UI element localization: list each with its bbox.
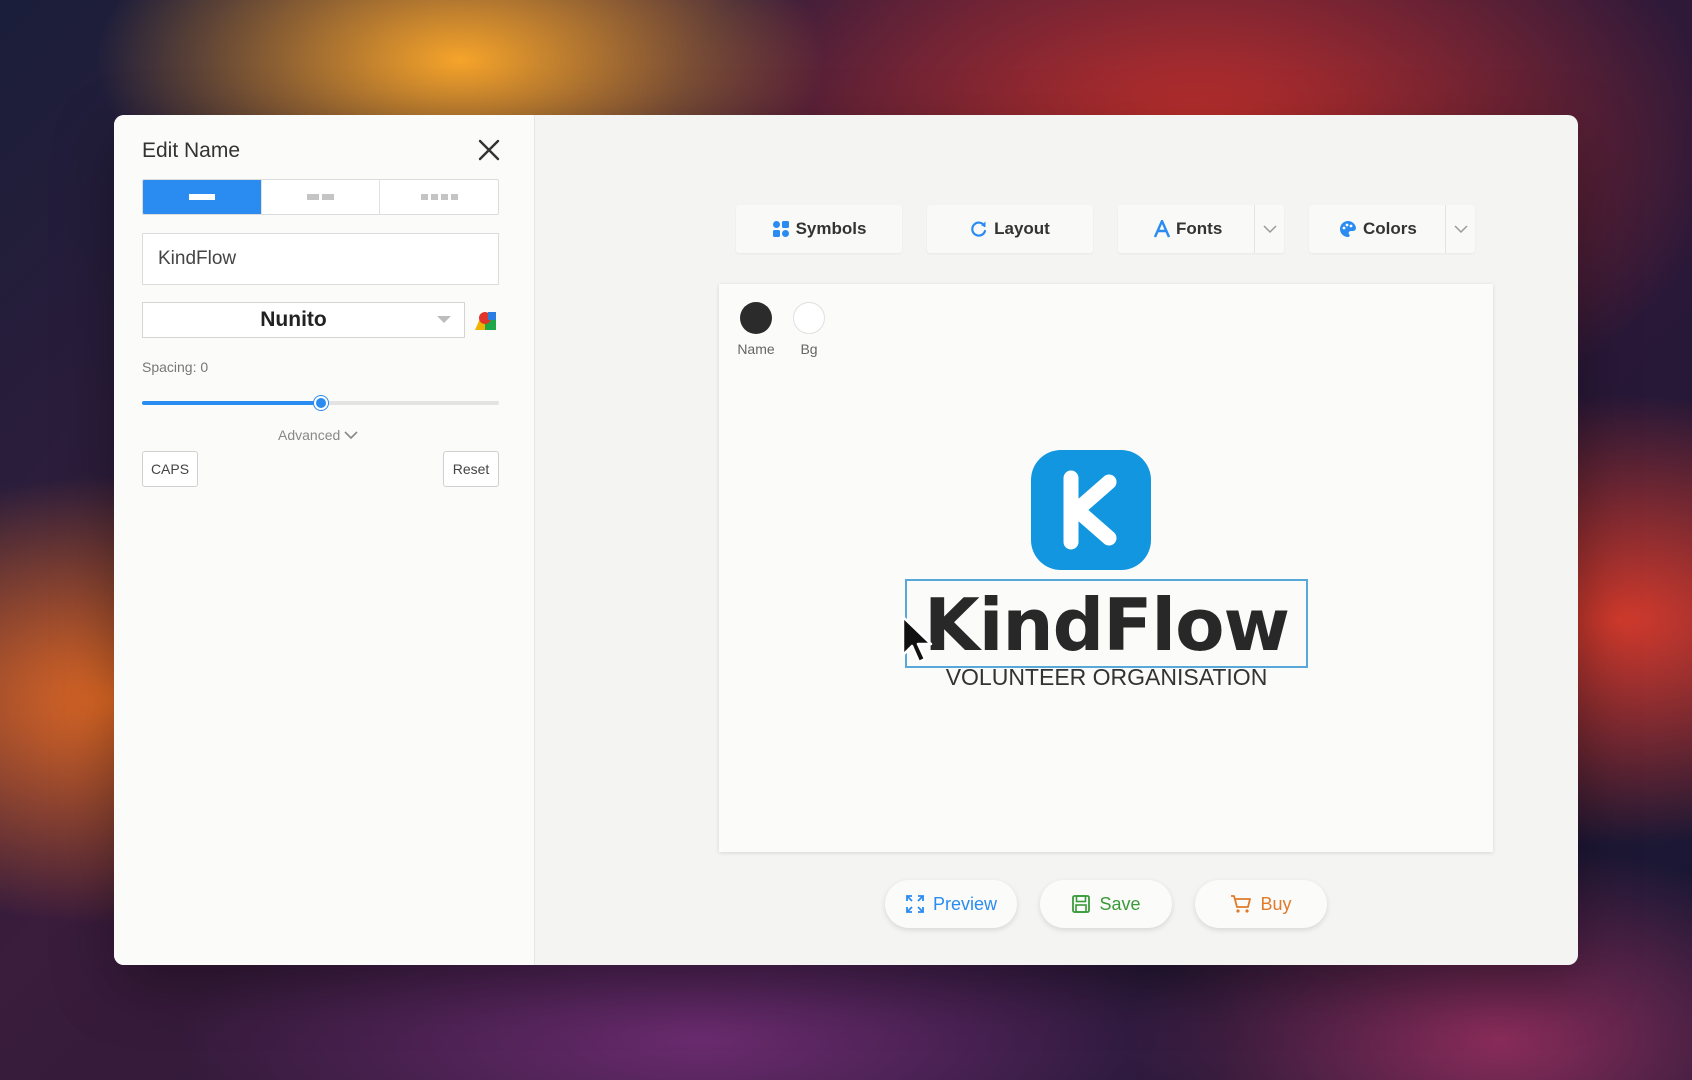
edit-name-panel: Edit Name Nunito xyxy=(114,115,535,965)
logo-name-selection[interactable]: KindFlow xyxy=(905,579,1308,668)
fonts-dropdown-caret[interactable] xyxy=(1254,205,1284,253)
expand-icon xyxy=(906,895,924,913)
chevron-down-icon xyxy=(344,430,358,439)
tab-multi-words[interactable] xyxy=(380,180,498,214)
single-line-icon xyxy=(188,194,215,200)
close-button[interactable] xyxy=(474,135,504,165)
name-input[interactable] xyxy=(142,233,499,285)
colors-dropdown-caret[interactable] xyxy=(1445,205,1475,253)
logo-canvas[interactable]: Name Bg KindFlow VOLUNTEER ORGANISATION xyxy=(719,284,1493,852)
caps-button[interactable]: CAPS xyxy=(142,451,198,487)
bg-color-swatch[interactable] xyxy=(793,302,825,334)
font-select[interactable]: Nunito xyxy=(142,302,465,338)
logo-name-text: KindFlow xyxy=(923,583,1290,667)
multi-words-icon xyxy=(420,194,428,200)
save-button[interactable]: Save xyxy=(1040,880,1172,928)
slider-thumb[interactable] xyxy=(313,396,328,410)
layout-tabs xyxy=(142,179,499,215)
preview-button[interactable]: Preview xyxy=(885,880,1017,928)
spacing-slider[interactable] xyxy=(142,396,499,410)
caret-down-icon xyxy=(424,315,464,325)
reset-button[interactable]: Reset xyxy=(443,451,499,487)
name-color-swatch[interactable] xyxy=(740,302,772,334)
tab-single-line[interactable] xyxy=(143,180,262,214)
save-icon xyxy=(1072,895,1091,913)
buy-button[interactable]: Buy xyxy=(1195,880,1327,928)
font-select-value: Nunito xyxy=(260,308,327,331)
chevron-down-icon xyxy=(1453,224,1468,233)
panel-title: Edit Name xyxy=(142,139,241,162)
logo-editor-window: Edit Name Nunito xyxy=(114,115,1578,965)
k-letter-icon xyxy=(1063,470,1117,550)
palette-icon xyxy=(1340,220,1356,237)
swatch-label-bg: Bg xyxy=(800,341,818,357)
cart-icon xyxy=(1231,895,1252,913)
logo-slogan-text[interactable]: VOLUNTEER ORGANISATION xyxy=(905,664,1308,691)
spacing-label: Spacing: 0 xyxy=(142,359,209,375)
tab-two-words[interactable] xyxy=(261,180,381,214)
symbols-button[interactable]: Symbols xyxy=(736,205,902,253)
symbols-icon xyxy=(772,221,789,237)
font-letter-icon xyxy=(1154,220,1170,238)
advanced-toggle[interactable]: Advanced xyxy=(278,427,358,443)
font-shapes-icon[interactable] xyxy=(473,310,499,332)
logo-symbol[interactable] xyxy=(1031,450,1151,570)
swatch-label-name: Name xyxy=(737,341,775,357)
close-icon xyxy=(478,139,500,161)
spacing-value: 0 xyxy=(200,359,209,375)
refresh-icon xyxy=(971,221,987,237)
chevron-down-icon xyxy=(1262,224,1277,233)
two-words-icon xyxy=(307,194,319,200)
layout-button[interactable]: Layout xyxy=(927,205,1093,253)
slider-fill xyxy=(142,401,321,405)
